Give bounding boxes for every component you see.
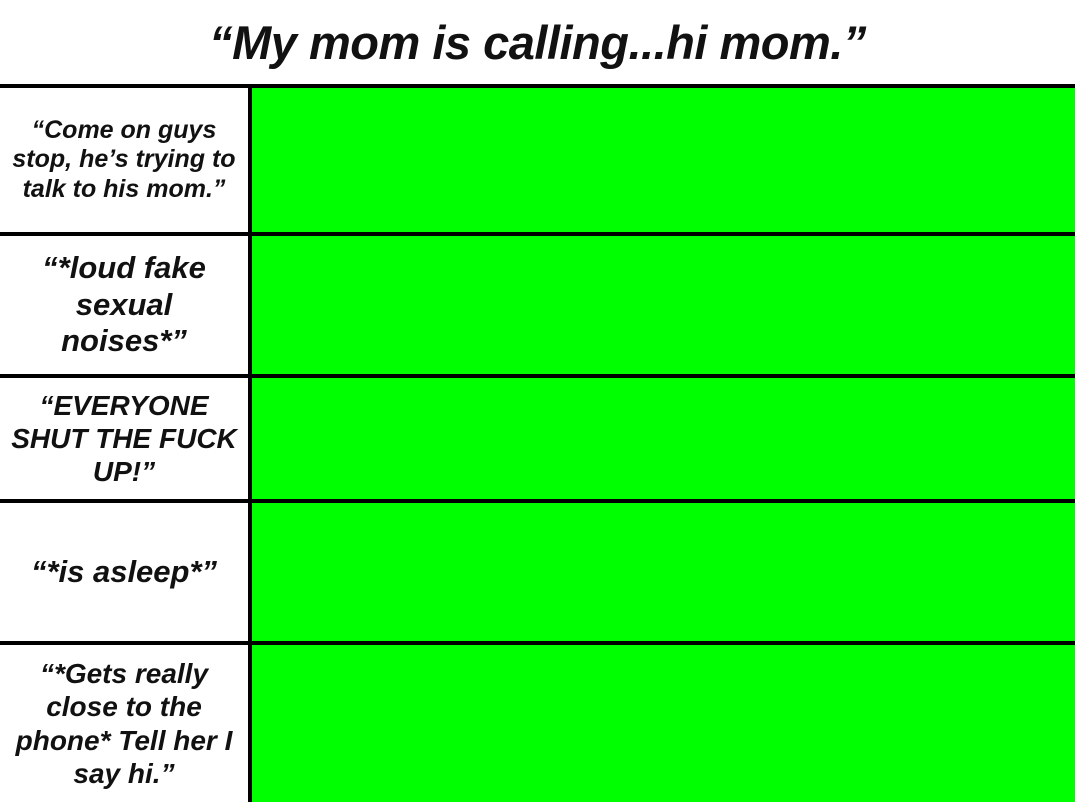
row-label-cell: “*loud fake sexual noises*”: [0, 236, 252, 374]
row-label-cell: “*Gets really close to the phone* Tell h…: [0, 645, 252, 802]
alignment-grid: “Come on guys stop, he’s trying to talk …: [0, 84, 1075, 802]
row-label: “*Gets really close to the phone* Tell h…: [15, 658, 233, 789]
row-label: “*is asleep*”: [30, 553, 218, 589]
row-label-cell: “*is asleep*”: [0, 503, 252, 641]
meme-chart: “My mom is calling...hi mom.” “Come on g…: [0, 0, 1075, 802]
grid-row: “EVERYONE SHUT THE FUCK UP!”: [0, 378, 1075, 503]
row-label: “Come on guys stop, he’s trying to talk …: [12, 115, 236, 203]
meme-title: “My mom is calling...hi mom.”: [209, 15, 866, 69]
green-image-cell: [252, 88, 1075, 232]
green-image-cell: [252, 503, 1075, 641]
row-label: “*loud fake sexual noises*”: [42, 250, 206, 359]
green-image-cell: [252, 378, 1075, 499]
row-label-cell: “Come on guys stop, he’s trying to talk …: [0, 88, 252, 232]
grid-row: “Come on guys stop, he’s trying to talk …: [0, 88, 1075, 236]
grid-row: “*Gets really close to the phone* Tell h…: [0, 645, 1075, 802]
row-label-cell: “EVERYONE SHUT THE FUCK UP!”: [0, 378, 252, 499]
row-label: “EVERYONE SHUT THE FUCK UP!”: [11, 389, 237, 488]
green-image-cell: [252, 236, 1075, 374]
grid-row: “*is asleep*”: [0, 503, 1075, 645]
grid-row: “*loud fake sexual noises*”: [0, 236, 1075, 378]
green-image-cell: [252, 645, 1075, 802]
